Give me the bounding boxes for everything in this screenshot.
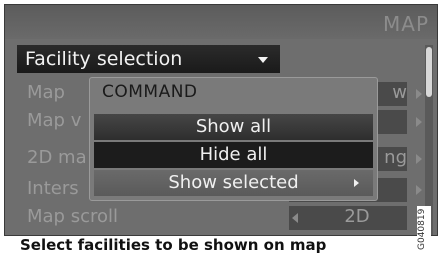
chevron-right-icon [416,117,422,127]
show-all-button[interactable]: Show all [94,114,373,140]
chevron-right-icon [416,89,422,99]
popup-title: COMMAND [102,82,198,102]
hide-all-button[interactable]: Hide all [94,142,373,168]
list-item-label: 2D ma [27,147,87,168]
menu-item-label: Show selected [168,172,299,193]
chevron-right-icon [354,179,359,187]
figure-reference-code: G040819 [417,206,431,252]
show-selected-button[interactable]: Show selected [94,170,373,196]
menu-item-label: Hide all [199,144,268,165]
list-item-label: Inters [27,178,79,199]
status-hint: Select facilities to be shown on map [4,236,438,255]
list-item-value: 2D [344,206,370,227]
command-popup: COMMAND Show all Hide all Show selected [89,77,378,201]
list-item-label: Map v [27,110,82,131]
list-item-label: Map [27,82,65,103]
chevron-right-icon [416,154,422,164]
menu-item-label: Show all [195,116,272,137]
title-bar: MAP [5,5,437,39]
facility-selection-dropdown[interactable]: Facility selection [17,45,280,73]
chevron-right-icon [416,185,422,195]
screen-title: MAP [383,12,429,36]
chevron-left-icon [292,213,298,223]
dropdown-label: Facility selection [25,48,183,70]
list-item[interactable]: Map scroll 2D [17,203,422,231]
chevron-down-icon [258,57,268,63]
list-item-label: Map scroll [27,206,119,227]
display-screen: MAP Facility selection Map w Map v 2D ma… [4,4,438,236]
scrollbar-thumb[interactable] [426,47,432,97]
